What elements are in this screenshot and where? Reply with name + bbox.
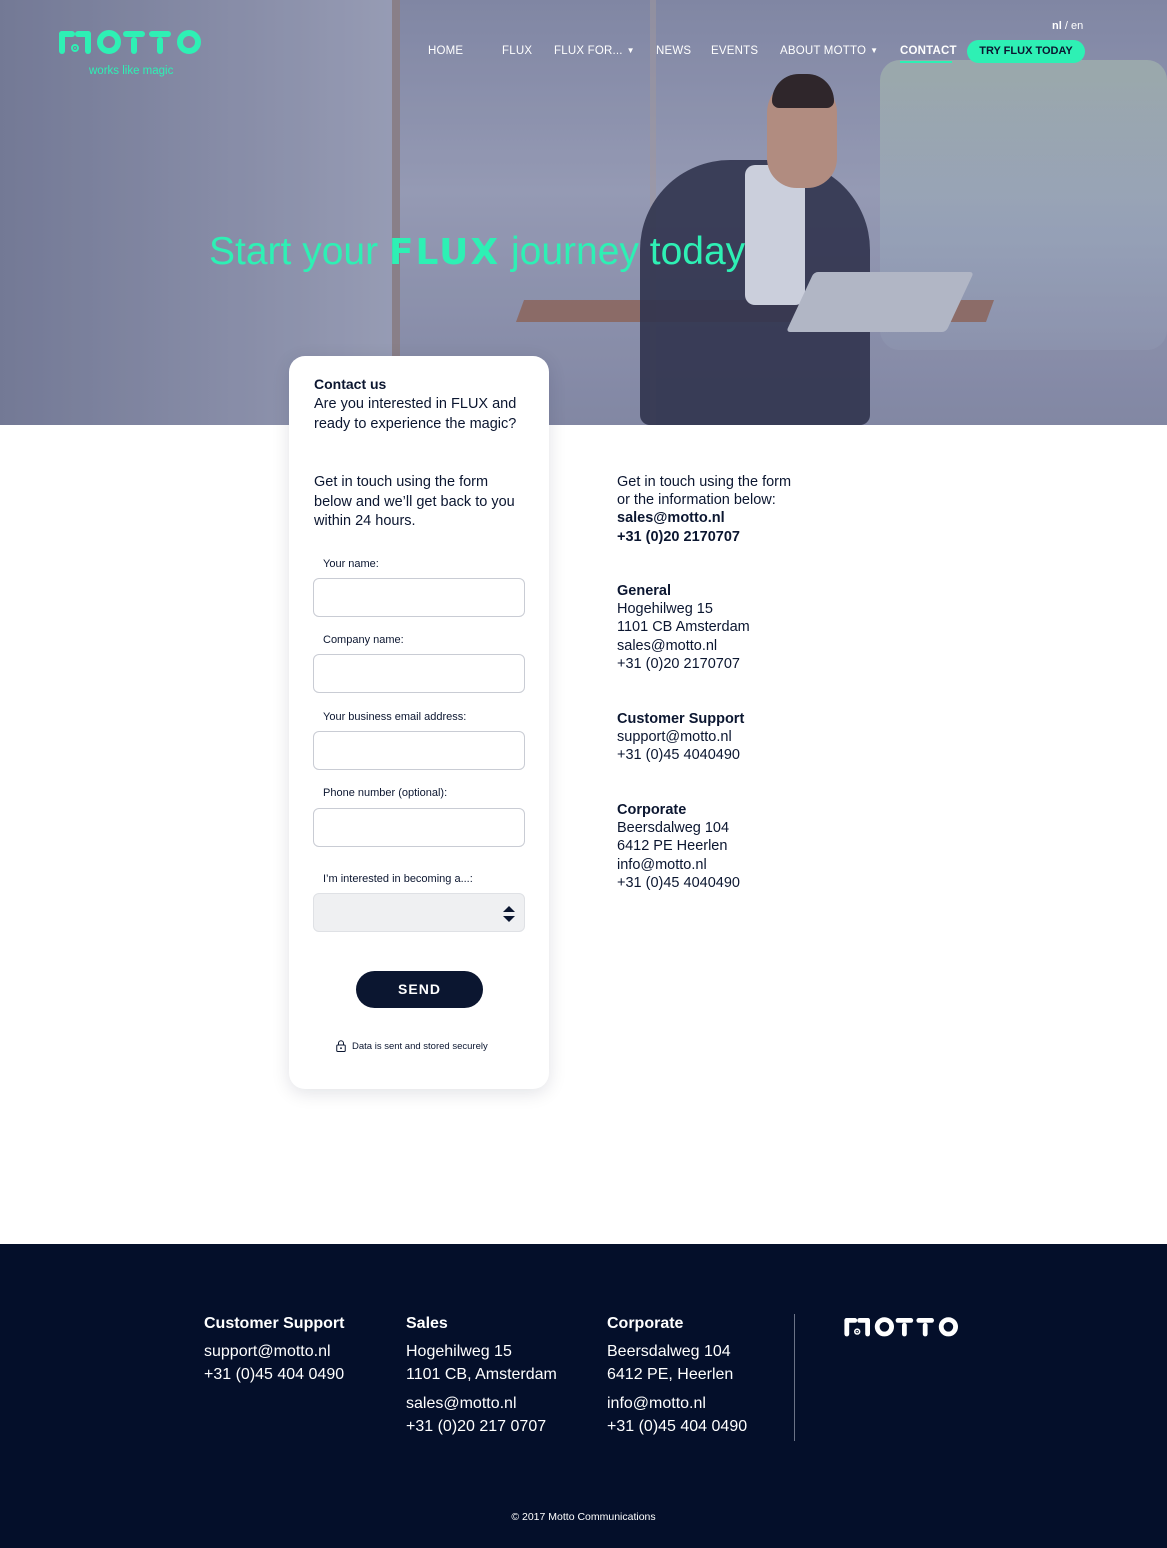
contact-intro-line: Get in touch using the form — [617, 474, 792, 490]
nav-contact[interactable]: CONTACT — [900, 45, 957, 57]
footer-divider — [794, 1314, 795, 1441]
footer-corporate-title: Corporate — [607, 1315, 684, 1332]
company-field[interactable] — [313, 654, 525, 693]
nav-flux-for[interactable]: FLUX FOR... ▼ — [554, 45, 635, 57]
try-flux-button[interactable]: TRY FLUX TODAY — [967, 40, 1085, 63]
footer-support-email[interactable]: support@motto.nl — [204, 1340, 344, 1363]
email-field[interactable] — [313, 731, 525, 770]
contact-general-line: 1101 CB Amsterdam — [617, 619, 750, 636]
lang-separator: / — [1061, 20, 1071, 32]
motto-logo-mark — [59, 30, 201, 54]
language-switcher: nl / en — [1052, 20, 1083, 32]
name-label: Your name: — [323, 558, 379, 570]
interest-select[interactable] — [313, 893, 525, 932]
nav-news[interactable]: NEWS — [656, 45, 691, 57]
hero-title-flux: FLUX — [388, 232, 501, 273]
contact-email-link[interactable]: sales@motto.nl — [617, 509, 791, 527]
email-label: Your business email address: — [323, 711, 467, 723]
contact-phone: +31 (0)20 2170707 — [617, 528, 740, 545]
interest-label: I’m interested in becoming a...: — [323, 873, 473, 885]
chevron-down-icon: ▼ — [626, 46, 635, 55]
send-button[interactable]: SEND — [356, 971, 483, 1008]
secure-note-text: Data is sent and stored securely — [352, 1040, 488, 1052]
footer-sales: Sales Hogehilweg 15 1101 CB, Amsterdam s… — [406, 1312, 557, 1438]
footer-support-phone: +31 (0)45 404 0490 — [204, 1366, 345, 1383]
footer-corporate-address: Beersdalweg 104 — [607, 1343, 731, 1360]
hero-title: Start your FLUX journey today — [209, 230, 745, 274]
footer-corporate: Corporate Beersdalweg 104 6412 PE, Heerl… — [607, 1312, 747, 1438]
footer-sales-title: Sales — [406, 1315, 448, 1332]
lock-icon — [336, 1040, 346, 1052]
hero-title-pre: Start your — [209, 230, 389, 273]
contact-corporate: Corporate Beersdalweg 104 6412 PE Heerle… — [617, 801, 740, 892]
footer-corporate-phone: +31 (0)45 404 0490 — [607, 1418, 748, 1435]
nav-about-motto-label: ABOUT MOTTO — [780, 45, 867, 57]
contact-support-title: Customer Support — [617, 711, 745, 727]
contact-support-phone: +31 (0)45 4040490 — [617, 747, 740, 764]
form-intro: Are you interested in FLUX and ready to … — [314, 396, 517, 432]
contact-general-email[interactable]: sales@motto.nl — [617, 637, 750, 655]
lang-en[interactable]: en — [1071, 20, 1083, 32]
nav-events[interactable]: EVENTS — [711, 45, 758, 57]
contact-general-line: Hogehilweg 15 — [617, 601, 713, 618]
footer-sales-phone: +31 (0)20 217 0707 — [406, 1418, 547, 1435]
phone-field[interactable] — [313, 808, 525, 847]
footer-corporate-email[interactable]: info@motto.nl — [607, 1392, 747, 1415]
nav-flux[interactable]: FLUX — [502, 45, 532, 57]
form-intro-secondary: Get in touch using the form below and we… — [314, 474, 515, 530]
form-title: Contact us — [314, 376, 387, 392]
contact-intro-line: or the information below: — [617, 492, 776, 509]
copyright: © 2017 Motto Communications — [511, 1511, 656, 1523]
contact-form-card: Contact us Are you interested in FLUX an… — [289, 356, 549, 1089]
secure-note: Data is sent and stored securely — [336, 1040, 488, 1052]
footer-motto-logo-mark — [844, 1317, 959, 1337]
lang-nl[interactable]: nl — [1052, 20, 1062, 32]
contact-corporate-line: Beersdalweg 104 — [617, 820, 730, 837]
nav-active-indicator — [900, 61, 952, 63]
contact-general-phone: +31 (0)20 2170707 — [617, 655, 740, 672]
phone-label: Phone number (optional): — [323, 787, 448, 799]
footer-sales-address: Hogehilweg 15 — [406, 1343, 512, 1360]
contact-general-title: General — [617, 583, 671, 599]
contact-corporate-line: 6412 PE Heerlen — [617, 838, 728, 855]
contact-support: Customer Support support@motto.nl +31 (0… — [617, 710, 744, 765]
nav-home[interactable]: HOME — [428, 45, 463, 57]
contact-corporate-email[interactable]: info@motto.nl — [617, 856, 740, 874]
logo-tagline: works like magic — [89, 65, 174, 77]
company-label: Company name: — [323, 634, 404, 646]
contact-support-email[interactable]: support@motto.nl — [617, 728, 744, 746]
site-footer: Customer Support support@motto.nl +31 (0… — [0, 1244, 1167, 1548]
nav-flux-for-label: FLUX FOR... — [554, 45, 623, 57]
footer-corporate-address: 6412 PE, Heerlen — [607, 1366, 734, 1383]
select-arrows-icon — [503, 906, 515, 922]
contact-general: General Hogehilweg 15 1101 CB Amsterdam … — [617, 582, 750, 673]
contact-corporate-phone: +31 (0)45 4040490 — [617, 874, 740, 891]
contact-intro: Get in touch using the form or the infor… — [617, 473, 791, 546]
footer-support: Customer Support support@motto.nl +31 (0… — [204, 1312, 344, 1386]
chevron-down-icon: ▼ — [870, 46, 879, 55]
nav-about-motto[interactable]: ABOUT MOTTO ▼ — [780, 45, 878, 57]
footer-support-title: Customer Support — [204, 1315, 345, 1332]
hero-title-post: journey today — [500, 230, 746, 273]
footer-sales-address: 1101 CB, Amsterdam — [406, 1366, 557, 1383]
name-field[interactable] — [313, 578, 525, 617]
contact-corporate-title: Corporate — [617, 802, 687, 818]
footer-sales-email[interactable]: sales@motto.nl — [406, 1392, 557, 1415]
footer-motto-logo[interactable] — [840, 1314, 964, 1342]
